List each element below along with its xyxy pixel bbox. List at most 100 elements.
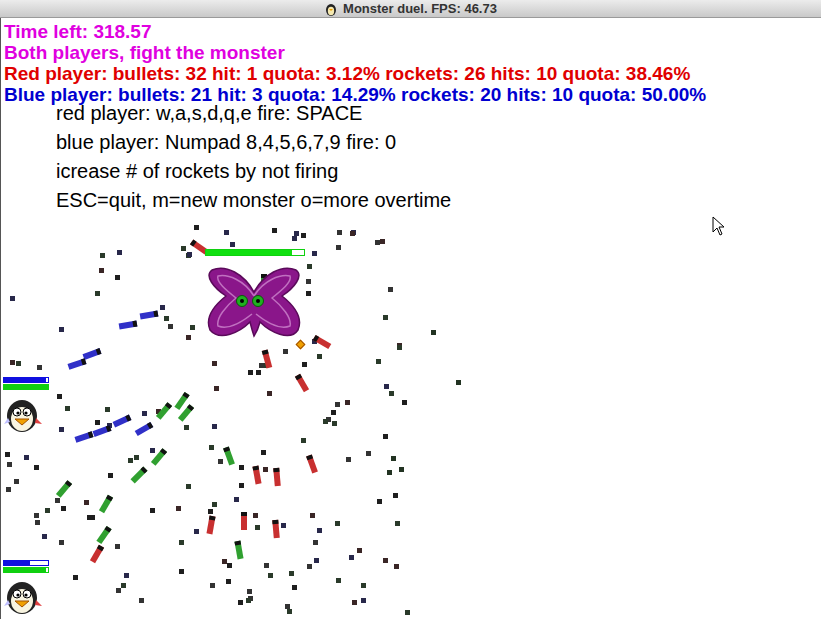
debris-dot [5,452,10,457]
debris-dot [179,569,184,574]
debris-dot [186,335,191,340]
rocket [272,520,280,538]
debris-dot [117,250,122,255]
debris-dot [301,233,306,238]
debris-dot [134,455,139,460]
cursor-icon [712,216,726,236]
debris-dot [208,509,213,514]
debris-dot [376,359,381,364]
rocket [56,480,72,498]
debris-dot [95,420,100,425]
debris-dot [34,513,39,518]
debris-dot [317,528,322,533]
debris-dot [306,291,311,296]
debris-dot [37,365,42,370]
rocket [96,526,111,544]
debris-dot [150,508,155,513]
debris-dot [346,457,351,462]
debris-dot [313,540,318,545]
debris-dot [194,225,199,230]
debris-dot [307,564,312,569]
debris-dot [160,305,165,310]
debris-dot [431,330,436,335]
title-bar: Monster duel. FPS: 46.73 [0,0,821,18]
debris-dot [283,349,288,354]
debris-dot [187,252,192,257]
debris-dot [380,239,385,244]
debris-dot [42,534,47,539]
debris-dot [314,558,319,563]
debris-dot [402,400,407,405]
rocket [223,447,235,466]
rocket [206,516,215,535]
debris-dot [190,325,195,330]
debris-dot [268,573,273,578]
debris-dot [168,324,173,329]
player-bar-fill [4,385,48,389]
debris-dot [10,360,15,365]
debris-dot [212,424,217,429]
player-bar-fill [4,568,46,572]
monster-health-fill [206,250,292,255]
rocket [68,358,87,369]
debris-dot [335,402,340,407]
debris-dot [181,246,186,251]
rocket [93,425,112,437]
debris-dot [246,598,251,603]
debris-dot [57,394,62,399]
debris-dot [361,598,366,603]
debris-dot [59,427,64,432]
debris-dot [391,456,396,461]
game-area: Time left: 318.57Both players, fight the… [0,18,821,619]
penguin-icon [324,2,338,16]
debris-dot [179,540,184,545]
debris-dot [357,548,362,553]
debris-dot [209,445,214,450]
debris-dot [405,610,410,615]
monster-health-bar [205,249,305,256]
debris-dot [84,500,89,505]
debris-dot [323,419,328,424]
hud: Time left: 318.57Both players, fight the… [1,18,821,215]
debris-dot [306,279,311,284]
debris-dot [115,275,120,280]
debris-dot [375,240,380,245]
debris-dot [267,391,272,396]
debris-dot [383,558,388,563]
debris-dot [317,354,322,359]
debris-dot [164,316,169,321]
player-bar [3,377,49,383]
debris-dot [384,384,389,389]
debris-dot [139,598,144,603]
debris-dot [116,588,121,593]
rocket [75,431,94,442]
debris-dot [230,242,235,247]
debris-dot [331,410,336,415]
debris-dot [394,564,399,569]
debris-dot [389,391,394,396]
rocket [135,422,154,436]
debris-dot [388,287,393,292]
help-line: ESC=quit, m=new monster o=more overtime [56,186,821,215]
debris-dot [73,575,78,580]
debris-dot [302,362,307,367]
debris-dot [45,508,50,513]
debris-dot [150,448,155,453]
debris-dot [105,407,110,412]
debris-dot [184,425,189,430]
player-bar-fill [4,378,46,382]
debris-dot [399,467,404,472]
debris-dot [239,465,244,470]
debris-dot [292,236,297,241]
debris-dot [301,438,306,443]
debris-dot [65,406,70,411]
debris-dot [224,230,229,235]
debris-dot [95,291,100,296]
debris-dot [115,544,120,549]
debris-dot [90,515,95,520]
debris-dot [7,462,12,467]
debris-dot [289,571,294,576]
help-line: icrease # of rockets by not firing [56,157,821,186]
rocket [241,512,247,530]
debris-dot [210,583,215,588]
